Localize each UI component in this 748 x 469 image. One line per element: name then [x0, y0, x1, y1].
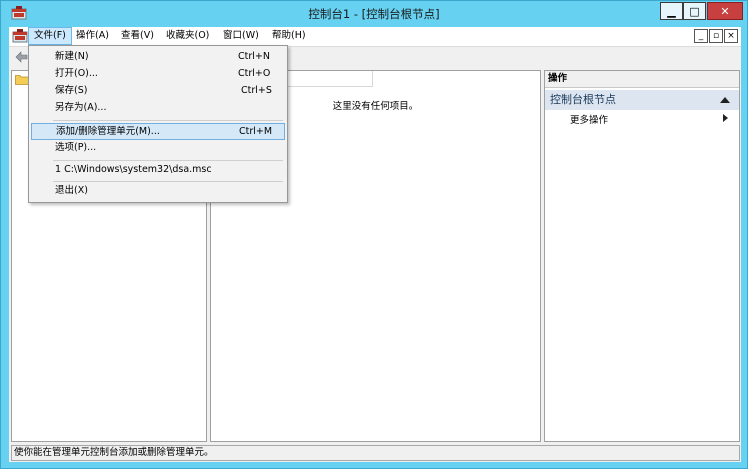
close-button[interactable]: ✕: [707, 2, 743, 20]
mdi-minimize-button[interactable]: _: [694, 29, 708, 43]
menu-action[interactable]: 操作(A): [71, 27, 114, 45]
mmc-window: 控制台1 - [控制台根节点] ▁ □ ✕ 文件(F) 操作(A) 查看(V) …: [0, 0, 748, 469]
menu-help[interactable]: 帮助(H): [267, 27, 311, 45]
menu-separator: [53, 181, 283, 182]
menu-separator: [53, 160, 283, 161]
mdi-restore-button[interactable]: ▫: [709, 29, 723, 43]
menu-item-label: 退出(X): [55, 185, 88, 196]
mdi-close-button[interactable]: ×: [724, 29, 738, 43]
collapse-up-icon[interactable]: [720, 97, 730, 103]
mmc-console-icon[interactable]: [12, 29, 28, 43]
menu-item-label: 添加/删除管理单元(M)...: [56, 126, 160, 137]
file-menu-save[interactable]: 保存(S) Ctrl+S: [31, 83, 285, 100]
file-menu-save-as[interactable]: 另存为(A)...: [31, 100, 285, 117]
more-actions-link[interactable]: 更多操作: [570, 112, 608, 126]
actions-pane: 操作 控制台根节点 更多操作: [544, 70, 740, 442]
submenu-arrow-icon[interactable]: [723, 114, 728, 122]
file-menu-open[interactable]: 打开(O)... Ctrl+O: [31, 66, 285, 83]
status-bar: 使你能在管理单元控制台添加或删除管理单元。: [11, 445, 740, 461]
actions-section-title: 控制台根节点: [550, 93, 616, 106]
window-title: 控制台1 - [控制台根节点]: [308, 7, 440, 21]
folder-icon[interactable]: [15, 74, 29, 85]
title-bar[interactable]: 控制台1 - [控制台根节点] ▁ □ ✕: [1, 1, 747, 27]
actions-section-console-root[interactable]: 控制台根节点: [545, 90, 739, 110]
menu-item-label: 保存(S): [55, 85, 88, 96]
menu-item-label: 打开(O)...: [55, 68, 98, 79]
menu-separator: [53, 120, 283, 121]
back-arrow-icon[interactable]: [14, 51, 28, 63]
minimize-button[interactable]: ▁: [660, 2, 683, 20]
menu-file[interactable]: 文件(F): [28, 27, 72, 45]
menu-window[interactable]: 窗口(W): [218, 27, 264, 45]
menu-item-shortcut: Ctrl+O: [238, 68, 271, 79]
file-menu-exit[interactable]: 退出(X): [31, 183, 285, 200]
file-menu-options[interactable]: 选项(P)...: [31, 140, 285, 157]
menu-item-label: 另存为(A)...: [55, 102, 107, 113]
menu-view[interactable]: 查看(V): [116, 27, 159, 45]
maximize-button[interactable]: □: [683, 2, 706, 20]
menu-favorites[interactable]: 收藏夹(O): [161, 27, 214, 45]
menu-item-shortcut: Ctrl+N: [238, 51, 270, 62]
actions-header: 操作: [545, 71, 739, 88]
menu-item-shortcut: Ctrl+S: [241, 85, 272, 96]
menu-item-shortcut: Ctrl+M: [239, 126, 273, 137]
file-menu-dropdown: 新建(N) Ctrl+N 打开(O)... Ctrl+O 保存(S) Ctrl+…: [28, 45, 288, 203]
menu-bar: 文件(F) 操作(A) 查看(V) 收藏夹(O) 窗口(W) 帮助(H) _ ▫…: [9, 27, 741, 46]
file-menu-recent-1[interactable]: 1 C:\Windows\system32\dsa.msc: [31, 162, 285, 179]
file-menu-add-remove-snapin[interactable]: 添加/删除管理单元(M)... Ctrl+M: [31, 123, 285, 140]
file-menu-new[interactable]: 新建(N) Ctrl+N: [31, 49, 285, 66]
menu-item-label: 1 C:\Windows\system32\dsa.msc: [55, 164, 212, 175]
menu-item-label: 新建(N): [55, 51, 89, 62]
menu-item-label: 选项(P)...: [55, 142, 97, 153]
